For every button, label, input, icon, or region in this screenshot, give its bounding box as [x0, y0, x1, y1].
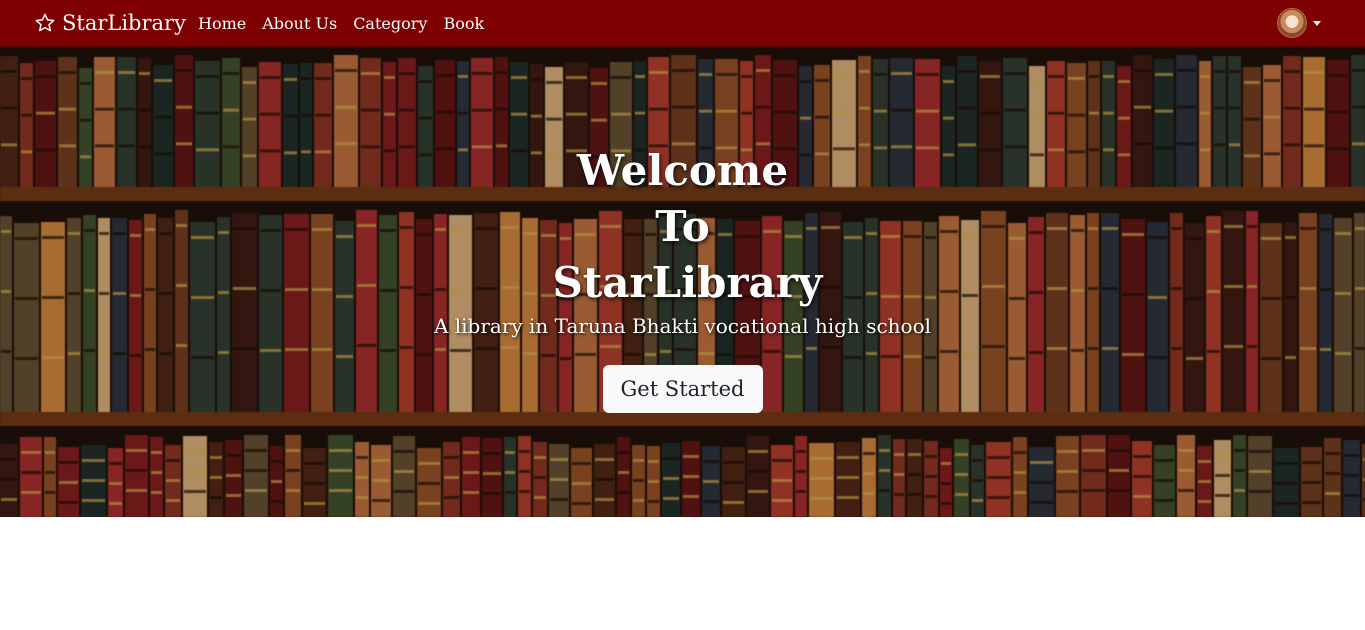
hero-section: Welcome To StarLibrary A library in Taru…: [0, 47, 1365, 517]
hero-title: Welcome To StarLibrary: [552, 143, 823, 311]
brand-link[interactable]: StarLibrary: [34, 0, 186, 46]
star-outline-icon: [35, 13, 55, 32]
hero-title-line: To: [655, 202, 710, 251]
avatar[interactable]: [1277, 8, 1307, 38]
hero-content: Welcome To StarLibrary A library in Taru…: [0, 143, 1365, 413]
nav-link-about-us[interactable]: About Us: [254, 14, 345, 33]
navbar: StarLibrary Home About Us Category Book: [0, 0, 1365, 47]
hero-title-line: Welcome: [576, 146, 789, 195]
nav-link-book[interactable]: Book: [435, 14, 492, 33]
hero-subtitle: A library in Taruna Bhakti vocational hi…: [433, 314, 932, 338]
hero-title-line: StarLibrary: [552, 258, 823, 307]
caret-down-icon[interactable]: [1313, 20, 1321, 26]
nav-links: Home About Us Category Book: [190, 0, 492, 46]
brand-name: StarLibrary: [62, 11, 186, 35]
nav-link-home[interactable]: Home: [190, 14, 254, 33]
get-started-button[interactable]: Get Started: [602, 365, 763, 413]
nav-link-category[interactable]: Category: [345, 14, 435, 33]
profile-dropdown[interactable]: [1277, 8, 1321, 38]
